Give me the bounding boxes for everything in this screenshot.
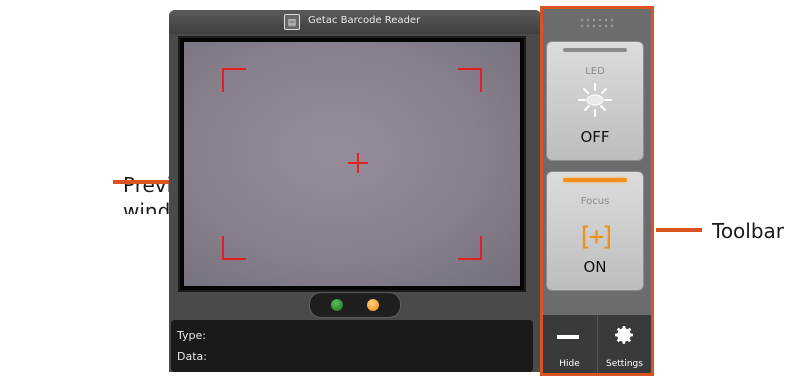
toolbar-highlight-outline [540, 6, 654, 376]
status-indicator-pill [309, 292, 401, 318]
type-label: Type: [177, 329, 206, 342]
preview-window[interactable] [184, 42, 520, 286]
barcode-reader-app-icon: ▤ [284, 14, 300, 30]
barcode-reader-window: ▤ Getac Barcode Reader Type: Data: [169, 10, 541, 372]
title-bar: ▤ Getac Barcode Reader [169, 10, 541, 34]
toolbar-callout-label: Toolbar [712, 219, 785, 243]
toolbar-callout-line [656, 228, 702, 232]
reticle-corner-top-right [458, 68, 482, 92]
reticle-corner-top-left [222, 68, 246, 92]
reticle-corner-bottom-right [458, 236, 482, 260]
orange-status-indicator-icon [367, 299, 379, 311]
reticle-corner-bottom-left [222, 236, 246, 260]
green-status-indicator-icon [331, 299, 343, 311]
preview-window-frame [178, 36, 526, 292]
scan-result-panel: Type: Data: [171, 320, 533, 372]
data-label: Data: [177, 350, 207, 363]
window-title: Getac Barcode Reader [308, 15, 421, 26]
crosshair-vertical [357, 153, 359, 173]
